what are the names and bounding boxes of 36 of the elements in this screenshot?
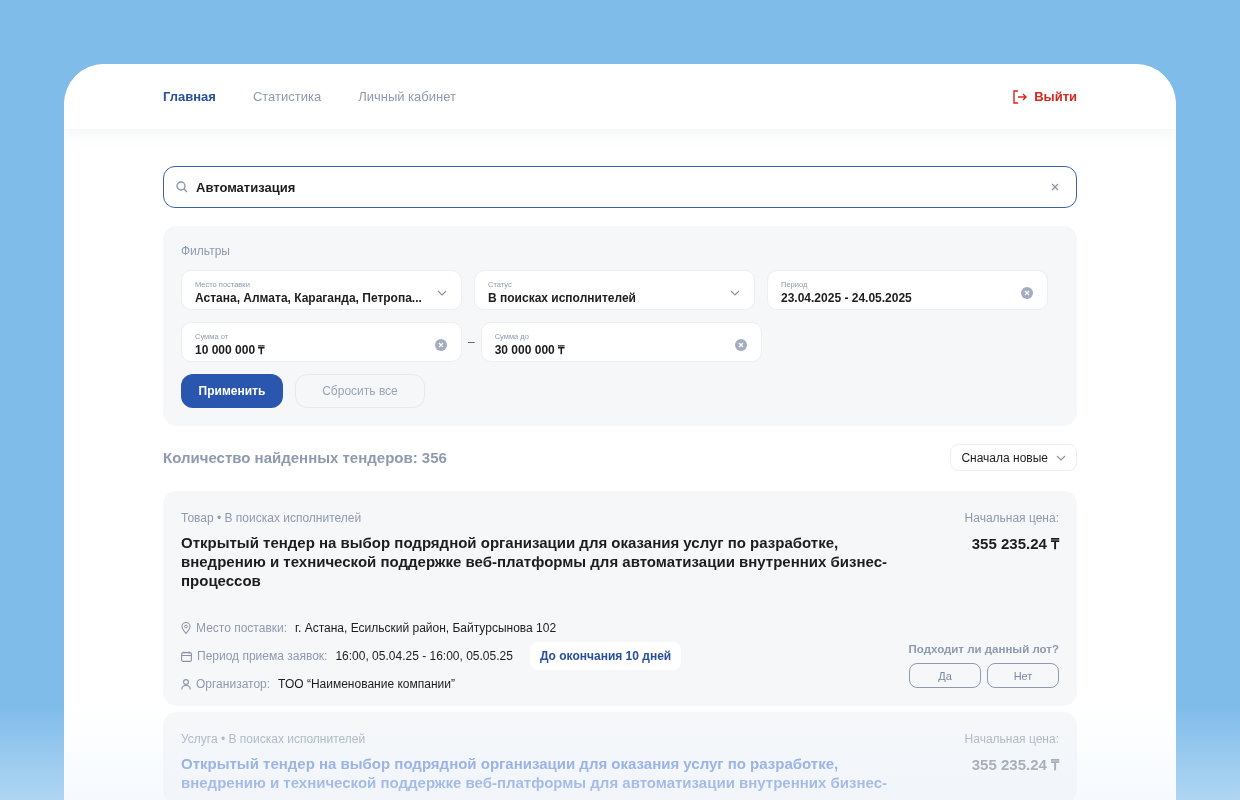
tender-card[interactable]	[163, 491, 1077, 706]
location-pin-icon	[181, 622, 191, 634]
sort-dropdown[interactable]: Сначала новые	[950, 444, 1077, 471]
results-count: Количество найденных тендеров: 356	[163, 449, 447, 466]
person-icon	[181, 678, 191, 690]
clear-icon[interactable]	[1021, 286, 1033, 299]
detail-value: г. Астана, Есильский район, Байтурсынова 102	[295, 621, 557, 635]
detail-label: Место поставки:	[196, 621, 288, 635]
chevron-down-icon	[437, 289, 447, 296]
logout-icon	[1012, 89, 1028, 104]
nav-link[interactable]: Главная	[163, 89, 216, 104]
chevron-down-icon	[1056, 454, 1066, 461]
tender-title[interactable]: Открытый тендер на выбор подрядной организации для оказания услуг по разработке, внедрению и технической поддержке веб-платформы для автоматизации внутренних бизнес-процессов	[181, 533, 921, 590]
price-label: Начальная цена:	[964, 732, 1059, 746]
logout-button[interactable]: Выйти	[1012, 89, 1077, 104]
deadline-badge: До окончания 10 дней	[529, 642, 682, 670]
detail-value: 16:00, 05.04.25 - 16:00, 05.05.25	[335, 649, 513, 663]
clear-icon[interactable]	[435, 338, 447, 351]
price-value: 355 235.24 ₸	[971, 755, 1059, 774]
calendar-icon	[181, 650, 192, 662]
clear-icon[interactable]	[734, 338, 747, 351]
detail-label: Организатор:	[196, 677, 271, 691]
detail-label: Период приема заявок:	[197, 649, 328, 663]
range-dash: –	[468, 335, 475, 349]
price-label: Начальная цена:	[964, 511, 1059, 525]
apply-button[interactable]: Применить	[181, 374, 283, 408]
search-field[interactable]: Автоматизация	[163, 166, 1077, 208]
chevron-down-icon	[730, 289, 740, 296]
detail-value: ТОО “Наименование компании”	[278, 677, 455, 691]
tender-category: Услуга • В поисках исполнителей	[181, 732, 367, 746]
search-icon	[176, 181, 188, 193]
close-icon[interactable]	[1050, 182, 1060, 192]
filters-heading: Фильтры	[181, 244, 231, 258]
tender-category: Товар • В поисках исполнителей	[181, 511, 363, 525]
price-value: 355 235.24 ₸	[971, 534, 1059, 553]
feedback-question: Подходит ли данный лот?	[908, 643, 1059, 655]
